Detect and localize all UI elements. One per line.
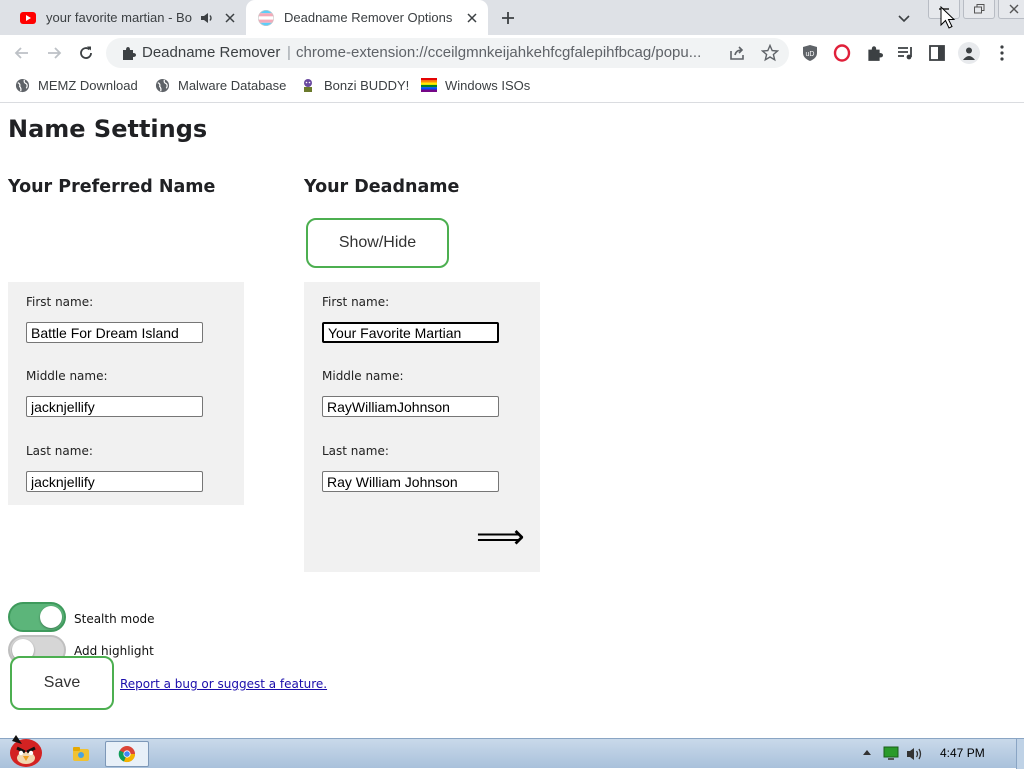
bookmark-malware-database[interactable]: Malware Database [154, 77, 286, 93]
mouse-cursor-icon [940, 6, 956, 30]
bookmark-windows-isos[interactable]: Windows ISOs [421, 77, 530, 93]
tab-deadname-remover[interactable]: Deadname Remover Options [246, 0, 488, 35]
stealth-mode-label: Stealth mode [74, 612, 155, 626]
deadname-first-name-input[interactable] [322, 322, 499, 343]
close-tab-icon[interactable] [464, 10, 480, 26]
profile-avatar-icon[interactable] [958, 42, 980, 64]
bookmark-label: Malware Database [178, 77, 287, 93]
bookmark-label: Windows ISOs [445, 77, 531, 93]
rainbow-flag-icon [421, 77, 437, 93]
last-name-label: Last name: [26, 444, 93, 458]
preferred-name-panel: First name: Middle name: Last name: [8, 282, 244, 505]
bookmark-memz-download[interactable]: MEMZ Download [14, 77, 138, 93]
back-arrow-icon[interactable] [12, 43, 32, 63]
media-control-icon[interactable] [896, 43, 916, 63]
bookmark-label: MEMZ Download [38, 77, 138, 93]
toggle-knob [40, 606, 62, 628]
report-bug-link[interactable]: Report a bug or suggest a feature. [120, 677, 327, 691]
close-tab-icon[interactable] [222, 10, 238, 26]
address-bar[interactable]: Deadname Remover | chrome-extension://cc… [106, 38, 789, 68]
star-icon[interactable] [761, 44, 779, 62]
forward-arrow-icon[interactable] [44, 43, 64, 63]
tab-youtube[interactable]: your favorite martian - Bo [8, 0, 246, 35]
deadname-last-name-input[interactable] [322, 471, 499, 492]
middle-name-label: Middle name: [322, 369, 404, 383]
preferred-name-heading: Your Preferred Name [8, 177, 216, 197]
close-window-button[interactable] [998, 0, 1024, 19]
show-hide-button[interactable]: Show/Hide [306, 218, 449, 268]
explorer-icon[interactable] [66, 741, 96, 767]
speaker-icon[interactable] [200, 12, 214, 24]
tab-strip: your favorite martian - Bo Deadname Remo… [0, 0, 1024, 35]
show-desktop-button[interactable] [1016, 739, 1024, 769]
stealth-mode-toggle[interactable] [8, 602, 66, 632]
preferred-first-name-input[interactable] [26, 322, 203, 343]
save-button[interactable]: Save [10, 656, 114, 710]
chrome-taskbar-icon[interactable] [105, 741, 149, 767]
page-title: Name Settings [8, 115, 208, 143]
ublock-icon[interactable]: uD [800, 43, 820, 63]
url-separator: | [287, 44, 291, 61]
bookmark-bonzi-buddy[interactable]: Bonzi BUDDY! [300, 77, 409, 93]
last-name-label: Last name: [322, 444, 389, 458]
deadname-panel: First name: Middle name: Last name: ⟹ [304, 282, 540, 572]
preferred-last-name-input[interactable] [26, 471, 203, 492]
side-panel-icon[interactable] [927, 43, 947, 63]
start-button[interactable] [4, 731, 48, 769]
svg-text:uD: uD [806, 51, 815, 58]
new-tab-button[interactable] [498, 8, 518, 28]
trans-flag-icon [258, 9, 274, 26]
share-icon[interactable] [729, 45, 747, 61]
taskbar-clock[interactable]: 4:47 PM [940, 746, 985, 760]
deadname-heading: Your Deadname [304, 177, 460, 197]
first-name-label: First name: [26, 295, 94, 309]
bookmark-label: Bonzi BUDDY! [324, 77, 410, 93]
tray-chevron-icon[interactable] [862, 746, 872, 760]
bonzi-icon [300, 77, 316, 93]
first-name-label: First name: [322, 295, 390, 309]
extensions-puzzle-icon[interactable] [864, 43, 884, 63]
browser-toolbar: Deadname Remover | chrome-extension://cc… [0, 35, 1024, 70]
double-arrow-icon: ⟹ [476, 517, 525, 557]
tab-title: your favorite martian - Bo [46, 10, 192, 25]
windows-taskbar: 4:47 PM [0, 735, 1024, 769]
network-icon[interactable] [882, 746, 900, 762]
puzzle-icon [120, 45, 136, 61]
preferred-middle-name-input[interactable] [26, 396, 203, 417]
restore-button[interactable] [963, 0, 995, 19]
kebab-menu-icon[interactable] [992, 43, 1012, 63]
tab-title: Deadname Remover Options [284, 10, 453, 25]
globe-icon [14, 77, 30, 93]
volume-icon[interactable] [906, 746, 924, 762]
options-page: Name Settings Your Preferred Name Your D… [0, 103, 1024, 738]
globe-icon [154, 77, 170, 93]
middle-name-label: Middle name: [26, 369, 108, 383]
deadname-middle-name-input[interactable] [322, 396, 499, 417]
opera-icon[interactable] [832, 43, 852, 63]
reload-icon[interactable] [76, 43, 96, 63]
youtube-icon [20, 10, 36, 26]
extension-name: Deadname Remover [142, 44, 281, 61]
bookmarks-bar: MEMZ Download Malware Database Bonzi BUD… [0, 70, 1024, 103]
url-text[interactable]: chrome-extension://cceilgmnkeijahkehfcgf… [296, 44, 716, 61]
chevron-down-icon[interactable] [895, 9, 913, 27]
